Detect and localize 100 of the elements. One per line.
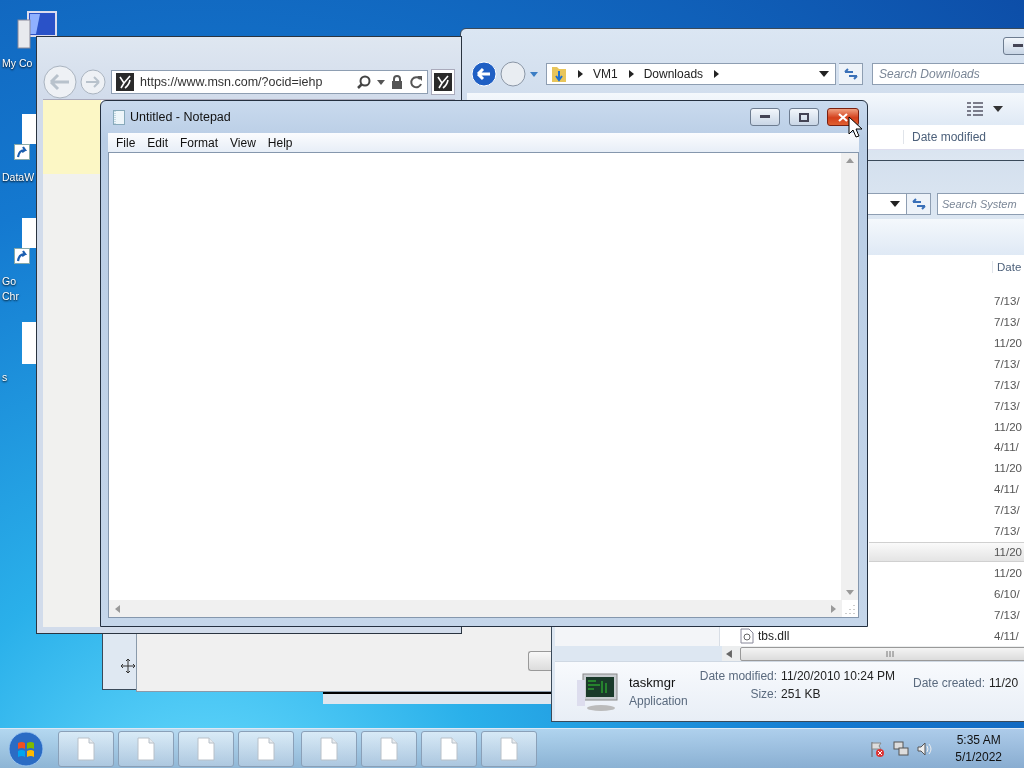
vertical-scrollbar[interactable] xyxy=(841,153,858,600)
search-icon[interactable] xyxy=(357,75,371,89)
property-value: 251 KB xyxy=(781,686,822,701)
taskbar-button[interactable] xyxy=(58,730,114,767)
document-icon xyxy=(319,736,339,761)
document-icon xyxy=(196,736,216,761)
clock-time[interactable]: 5:35 AM xyxy=(956,733,1001,747)
taskbar-button[interactable] xyxy=(301,730,357,767)
menu-item[interactable]: Edit xyxy=(141,135,175,150)
date-cell: 4/11/ xyxy=(994,629,1019,642)
document-icon xyxy=(256,736,276,761)
icon-label[interactable]: DataW xyxy=(2,170,35,185)
menu-item[interactable]: View xyxy=(224,135,262,150)
folder-icon xyxy=(551,65,567,83)
search-field[interactable]: Search System xyxy=(937,193,1024,215)
column-header[interactable]: Date xyxy=(992,260,1022,273)
notepad-icon xyxy=(113,109,125,125)
monitor-icon xyxy=(575,671,619,712)
dropdown-icon[interactable] xyxy=(377,79,385,85)
date-cell: 7/13/ xyxy=(994,357,1020,370)
down-arrow-icon xyxy=(845,590,854,595)
close-button[interactable] xyxy=(827,108,859,126)
document-icon xyxy=(439,736,459,761)
taskbar-button[interactable] xyxy=(118,730,174,767)
taskbar-button[interactable] xyxy=(361,730,417,767)
dropdown-icon[interactable] xyxy=(819,71,829,77)
date-cell: 7/13/ xyxy=(994,378,1020,391)
view-list-icon[interactable] xyxy=(967,102,983,116)
breadcrumb-item[interactable]: Downloads xyxy=(643,67,704,81)
dropdown-icon[interactable] xyxy=(890,201,900,207)
start-icon[interactable] xyxy=(8,730,44,767)
file-type: Application xyxy=(629,694,688,708)
date-cell: 11/20 xyxy=(994,545,1022,558)
move-icon[interactable] xyxy=(121,659,135,673)
site-logo-icon xyxy=(116,73,134,91)
resize-grip-icon[interactable] xyxy=(845,604,855,614)
url-text: https://www.msn.com/?ocid=iehp xyxy=(140,75,323,89)
refresh-icon[interactable] xyxy=(409,75,423,89)
property-label: Date created: xyxy=(912,675,985,690)
date-cell: 4/11/ xyxy=(994,441,1019,454)
date-cell: 6/10/ xyxy=(994,587,1020,600)
search-field[interactable]: Search Downloads xyxy=(872,63,1024,85)
lock-icon[interactable] xyxy=(391,75,403,89)
chevron-icon xyxy=(577,70,583,78)
up-arrow-icon xyxy=(845,158,854,163)
menu-item[interactable]: Help xyxy=(261,135,299,150)
file-name[interactable]: tbs.dll xyxy=(758,628,790,643)
flag-icon[interactable] xyxy=(869,740,886,757)
left-arrow-icon xyxy=(726,649,732,658)
right-arrow-icon xyxy=(831,604,836,613)
refresh-icon xyxy=(910,197,927,211)
maximize-icon xyxy=(799,112,809,122)
menu-item[interactable]: File xyxy=(110,135,142,150)
icon-label[interactable]: Chr xyxy=(2,289,19,304)
address-bar[interactable]: https://www.msn.com/?ocid=iehp xyxy=(111,70,428,94)
column-header[interactable]: Date modified xyxy=(903,130,987,144)
taskbar-button[interactable] xyxy=(238,730,294,767)
breadcrumb-item[interactable]: VM1 xyxy=(593,67,618,81)
minimize-button[interactable] xyxy=(750,108,780,126)
document-icon xyxy=(136,736,156,761)
date-cell: 7/13/ xyxy=(994,316,1020,329)
cursor-icon xyxy=(848,116,862,138)
clock-date[interactable]: 5/1/2022 xyxy=(955,750,1002,764)
refresh-button[interactable] xyxy=(907,193,931,215)
dropdown-icon[interactable] xyxy=(993,106,1003,112)
property-value: 11/20 xyxy=(989,675,1019,690)
refresh-icon xyxy=(842,67,859,81)
refresh-button[interactable] xyxy=(839,63,863,85)
site-logo-icon xyxy=(434,73,452,91)
browser-tab[interactable] xyxy=(431,69,455,95)
speaker-icon[interactable] xyxy=(917,740,934,757)
window-title: Untitled - Notepad xyxy=(130,110,231,124)
left-arrow-icon xyxy=(115,604,120,613)
date-cell: 7/13/ xyxy=(994,399,1020,412)
document-icon xyxy=(499,736,519,761)
date-cell: 11/20 xyxy=(994,337,1022,350)
selected-row-highlight[interactable]: 11/20 xyxy=(869,541,1024,563)
icon-label[interactable]: Go xyxy=(2,274,16,289)
menu-item[interactable]: Format xyxy=(174,135,225,150)
taskbar-button[interactable] xyxy=(178,730,234,767)
document-icon xyxy=(76,736,96,761)
file-name: taskmgr xyxy=(629,675,677,690)
document-icon xyxy=(379,736,399,761)
maximize-button[interactable] xyxy=(789,108,819,126)
chevron-icon xyxy=(627,70,634,78)
close-icon xyxy=(838,112,848,122)
taskbar-button[interactable] xyxy=(421,730,477,767)
date-cell: 7/13/ xyxy=(994,608,1020,621)
date-cell: 7/13/ xyxy=(994,295,1020,308)
date-cell: 11/20 xyxy=(994,420,1022,433)
minimize-button[interactable] xyxy=(1003,37,1024,55)
address-bar[interactable]: VM1 Downloads xyxy=(546,63,836,85)
horizontal-scrollbar[interactable] xyxy=(109,600,842,617)
minimize-icon xyxy=(1013,44,1023,48)
taskbar-button[interactable] xyxy=(481,730,537,767)
icon-label[interactable]: My Co xyxy=(2,56,33,71)
chevron-icon xyxy=(713,70,720,78)
date-cell: 4/11/ xyxy=(994,483,1019,496)
network-icon[interactable] xyxy=(893,740,910,757)
button[interactable] xyxy=(528,651,553,671)
